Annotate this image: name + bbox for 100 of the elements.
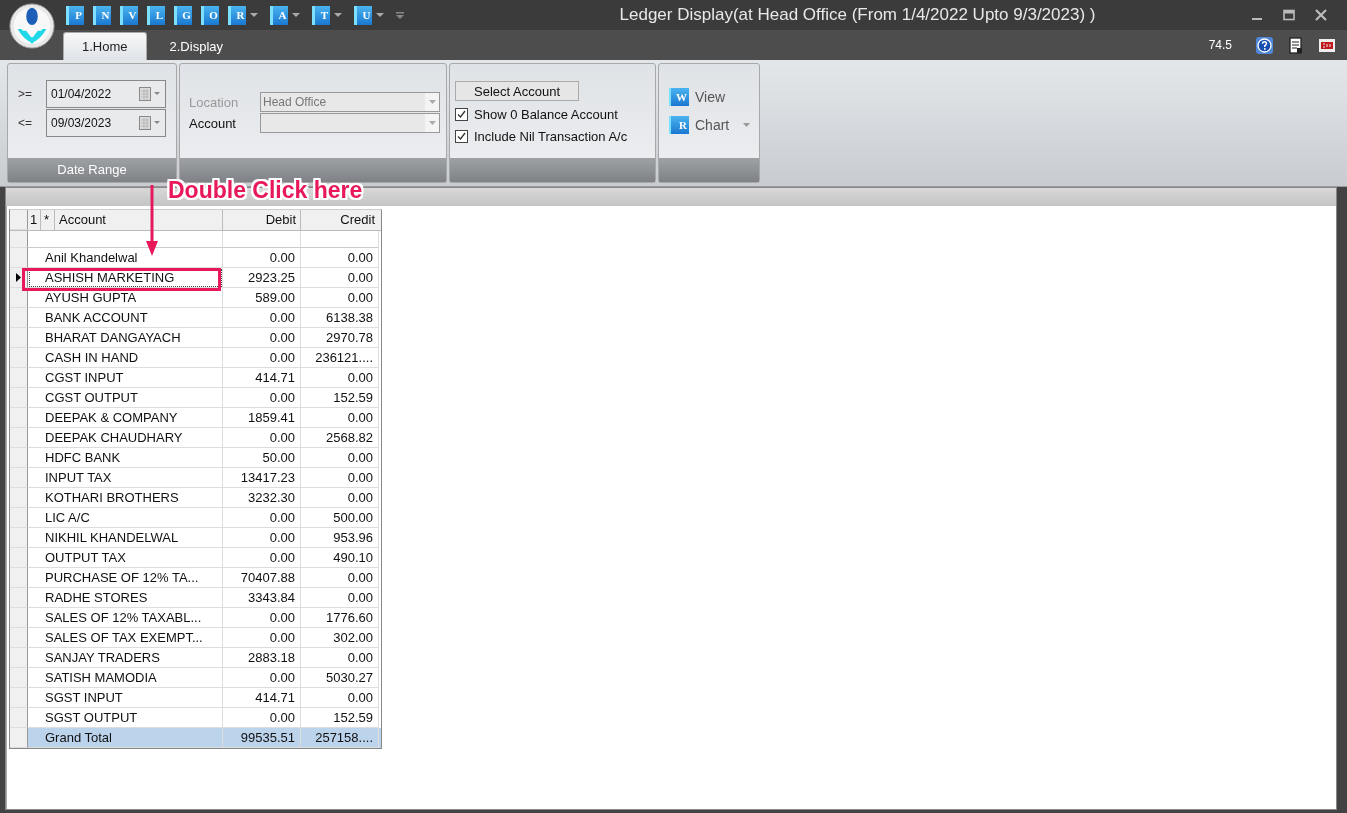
table-cell: 6138.38 <box>301 308 379 328</box>
ribbon-tab[interactable]: 1.Home <box>63 32 147 60</box>
report-icon[interactable]: R <box>669 116 689 134</box>
calendar-icon[interactable] <box>139 116 161 130</box>
table-cell: 236121.... <box>301 348 379 368</box>
zoom-value: 74.5 <box>1208 38 1232 52</box>
table-cell: SANJAY TRADERS <box>28 648 223 668</box>
action-button[interactable]: View <box>695 89 726 105</box>
maximize-icon[interactable] <box>1283 9 1295 21</box>
table-cell: 0.00 <box>301 648 379 668</box>
table-cell: 2970.78 <box>301 328 379 348</box>
table-cell: 0.00 <box>301 588 379 608</box>
quick-access-button[interactable]: N <box>93 5 111 25</box>
table-cell: SGST INPUT <box>28 688 223 708</box>
table-cell: 414.71 <box>223 368 301 388</box>
quick-access-button[interactable]: P <box>66 5 84 25</box>
table-cell: OUTPUT TAX <box>28 548 223 568</box>
exit-sign-icon[interactable] <box>1319 38 1335 52</box>
table-cell: CGST INPUT <box>28 368 223 388</box>
table-cell: 0.00 <box>301 448 379 468</box>
calendar-icon[interactable] <box>139 87 161 101</box>
caret-icon[interactable] <box>250 13 258 17</box>
table-cell: 0.00 <box>301 248 379 268</box>
table-cell: 2923.25 <box>223 268 301 288</box>
quick-access-button[interactable]: R <box>228 5 246 25</box>
document-icon[interactable] <box>1289 36 1303 54</box>
table-cell: SALES OF TAX EXEMPT... <box>28 628 223 648</box>
report-icon[interactable]: W <box>669 88 689 106</box>
help-icon[interactable] <box>1256 36 1273 54</box>
table-cell: 0.00 <box>301 468 379 488</box>
table-cell: SALES OF 12% TAXABL... <box>28 608 223 628</box>
operator-label: >= <box>18 87 33 101</box>
filter-cell[interactable] <box>223 231 301 248</box>
annotation-arrow <box>145 185 159 257</box>
table-cell: 0.00 <box>223 548 301 568</box>
table-cell: NIKHIL KHANDELWAL <box>28 528 223 548</box>
window-title: Ledger Display(at Head Office (From 1/4/2022 Upto 9/3/2023) ) <box>618 5 1097 25</box>
quick-access-button[interactable]: V <box>120 5 138 25</box>
column-header[interactable]: Account <box>55 210 223 230</box>
table-cell: ASHISH MARKETING <box>28 268 223 288</box>
caret-icon[interactable] <box>334 13 342 17</box>
table-cell: DEEPAK & COMPANY <box>28 408 223 428</box>
action-button[interactable]: Chart <box>695 117 730 133</box>
date-field[interactable]: 01/04/2022 <box>46 80 166 108</box>
column-header[interactable]: * <box>41 210 55 230</box>
checkbox[interactable] <box>455 129 468 143</box>
table-cell: DEEPAK CHAUDHARY <box>28 428 223 448</box>
table-cell: 3343.84 <box>223 588 301 608</box>
table-cell: 1859.41 <box>223 408 301 428</box>
table-cell: 0.00 <box>301 488 379 508</box>
current-row-icon <box>16 273 21 282</box>
column-header[interactable]: 1 <box>28 210 41 230</box>
table-cell: 0.00 <box>223 508 301 528</box>
operator-label: <= <box>18 116 33 130</box>
table-cell: 1776.60 <box>301 608 379 628</box>
quick-access-button[interactable]: L <box>147 5 165 25</box>
filter-cell[interactable] <box>301 231 379 248</box>
table-cell: 0.00 <box>223 248 301 268</box>
table-cell: PURCHASE OF 12% TA... <box>28 568 223 588</box>
date-field[interactable]: 09/03/2023 <box>46 109 166 137</box>
table-cell: 0.00 <box>301 368 379 388</box>
quick-access-button[interactable]: U <box>354 5 372 25</box>
caret-icon[interactable] <box>428 121 436 125</box>
table-cell: 0.00 <box>223 388 301 408</box>
table-cell: 3232.30 <box>223 488 301 508</box>
ribbon-tab[interactable]: 2.Display <box>150 32 242 60</box>
table-cell: 0.00 <box>223 328 301 348</box>
caret-icon[interactable] <box>376 13 384 17</box>
checkbox[interactable] <box>455 107 468 121</box>
table-cell: KOTHARI BROTHERS <box>28 488 223 508</box>
table-cell: 0.00 <box>223 308 301 328</box>
caret-icon[interactable] <box>292 13 300 17</box>
caret-icon[interactable] <box>428 100 436 104</box>
table-cell: 490.10 <box>301 548 379 568</box>
table-cell: 0.00 <box>223 628 301 648</box>
select-account-button[interactable]: Select Account <box>455 81 579 101</box>
caret-icon[interactable] <box>743 123 751 127</box>
table-cell: LIC A/C <box>28 508 223 528</box>
column-header[interactable]: Credit <box>301 210 379 230</box>
total-cell: 257158.... <box>301 728 379 748</box>
table-cell: 0.00 <box>223 428 301 448</box>
table-cell: 13417.23 <box>223 468 301 488</box>
total-cell: 99535.51 <box>223 728 301 748</box>
quick-access-button[interactable]: G <box>174 5 192 25</box>
quick-access-button[interactable]: O <box>201 5 219 25</box>
table-cell: 0.00 <box>223 528 301 548</box>
customize-toolbar-icon[interactable] <box>396 10 404 20</box>
quick-access-button[interactable]: A <box>270 5 288 25</box>
quick-access-button[interactable]: T <box>312 5 330 25</box>
table-cell: 70407.88 <box>223 568 301 588</box>
table-cell: 5030.27 <box>301 668 379 688</box>
table-cell: HDFC BANK <box>28 448 223 468</box>
table-cell: SATISH MAMODIA <box>28 668 223 688</box>
table-cell: 302.00 <box>301 628 379 648</box>
table-cell: 152.59 <box>301 388 379 408</box>
field-label: Account <box>189 115 237 131</box>
close-icon[interactable] <box>1315 9 1327 21</box>
table-cell: 2568.82 <box>301 428 379 448</box>
dropdown-field[interactable] <box>260 113 440 133</box>
column-header[interactable]: Debit <box>223 210 301 230</box>
